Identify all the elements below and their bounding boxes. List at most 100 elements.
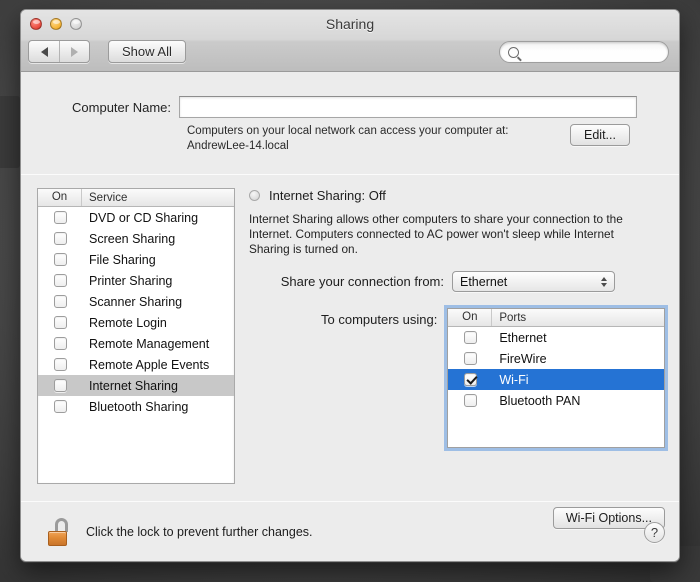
share-from-popup[interactable]: Ethernet — [452, 271, 615, 292]
search-input[interactable] — [525, 45, 660, 59]
section-divider — [21, 174, 679, 175]
port-row[interactable]: Bluetooth PAN — [448, 390, 664, 411]
service-label: Internet Sharing — [89, 378, 178, 393]
show-all-button[interactable]: Show All — [108, 40, 186, 63]
port-label: Wi-Fi — [499, 372, 529, 387]
service-checkbox-cell — [38, 295, 82, 308]
service-label: DVD or CD Sharing — [89, 210, 199, 225]
lock-text: Click the lock to prevent further change… — [86, 525, 313, 539]
port-checkbox[interactable] — [463, 331, 477, 344]
lock-shackle — [55, 518, 68, 532]
service-checkbox[interactable] — [53, 211, 67, 224]
port-checkbox[interactable] — [463, 394, 477, 407]
service-label: Remote Apple Events — [89, 357, 210, 372]
search-field[interactable] — [499, 41, 669, 63]
services-rows: DVD or CD Sharing Screen Sharing File Shar… — [38, 207, 234, 417]
service-checkbox-cell — [38, 211, 82, 224]
service-checkbox-cell — [38, 379, 82, 392]
service-row[interactable]: Remote Management — [38, 333, 234, 354]
service-checkbox[interactable] — [53, 316, 67, 329]
service-checkbox[interactable] — [53, 337, 67, 350]
service-row[interactable]: Internet Sharing — [38, 375, 234, 396]
window-titlebar: Sharing Show All — [21, 10, 679, 72]
port-checkbox-cell — [448, 394, 492, 407]
service-row[interactable]: File Sharing — [38, 249, 234, 270]
port-checkbox[interactable] — [463, 352, 477, 365]
port-label: FireWire — [499, 351, 547, 366]
port-row[interactable]: Ethernet — [448, 327, 664, 348]
service-checkbox[interactable] — [53, 358, 67, 371]
forward-arrow-icon — [71, 46, 78, 57]
port-row[interactable]: Wi-Fi — [448, 369, 664, 390]
service-checkbox-cell — [38, 274, 82, 287]
services-header-service: Service — [89, 191, 128, 204]
port-label: Ethernet — [499, 330, 547, 345]
computer-name-row: Computer Name: — [21, 96, 679, 118]
detail-pane: Internet Sharing: Off Internet Sharing a… — [249, 188, 665, 529]
ports-list-header: On Ports — [448, 309, 664, 327]
ports-header-on: On — [448, 309, 493, 326]
service-checkbox[interactable] — [53, 400, 67, 413]
computer-name-label: Computer Name: — [72, 99, 171, 115]
service-checkbox-cell — [38, 253, 82, 266]
port-label: Bluetooth PAN — [499, 393, 581, 408]
help-button[interactable]: ? — [644, 521, 665, 543]
service-row[interactable]: Remote Login — [38, 312, 234, 333]
services-list[interactable]: On Service DVD or CD Sharing Screen Shari… — [37, 188, 235, 484]
service-label: Printer Sharing — [89, 273, 173, 288]
internet-sharing-description: Internet Sharing allows other computers … — [249, 212, 623, 256]
service-row[interactable]: Bluetooth Sharing — [38, 396, 234, 417]
services-list-header: On Service — [38, 189, 234, 207]
service-checkbox-cell — [38, 337, 82, 350]
desktop-decoration-left — [0, 96, 20, 168]
service-checkbox[interactable] — [53, 379, 67, 392]
to-computers-row: To computers using: On Ports Ethernet Fir… — [249, 308, 665, 448]
port-checkbox[interactable] — [463, 373, 477, 386]
service-checkbox-cell — [38, 232, 82, 245]
service-checkbox-cell — [38, 358, 82, 371]
back-arrow-icon — [40, 46, 48, 57]
status-indicator-icon — [249, 190, 260, 201]
service-row[interactable]: Remote Apple Events — [38, 354, 234, 375]
service-label: File Sharing — [89, 252, 156, 267]
chevron-updown-icon — [601, 276, 607, 287]
port-checkbox-cell — [448, 331, 492, 344]
lock-icon[interactable] — [47, 518, 73, 546]
edit-button[interactable]: Edit... — [570, 124, 630, 146]
window-content: Computer Name: Computers on your local n… — [21, 72, 679, 561]
service-checkbox-cell — [38, 400, 82, 413]
computer-name-hostname: AndrewLee-14.local — [187, 140, 289, 152]
service-label: Bluetooth Sharing — [89, 399, 189, 414]
service-row[interactable]: DVD or CD Sharing — [38, 207, 234, 228]
service-checkbox[interactable] — [53, 253, 67, 266]
service-label: Screen Sharing — [89, 231, 176, 246]
internet-sharing-status: Internet Sharing: Off — [249, 188, 665, 203]
computer-name-input[interactable] — [179, 96, 637, 118]
service-checkbox[interactable] — [53, 295, 67, 308]
port-row[interactable]: FireWire — [448, 348, 664, 369]
back-button[interactable] — [29, 41, 59, 62]
ports-rows: Ethernet FireWire Wi-Fi Bluetooth PAN — [448, 327, 664, 411]
service-checkbox[interactable] — [53, 232, 67, 245]
port-checkbox-cell — [448, 373, 492, 386]
service-checkbox[interactable] — [53, 274, 67, 287]
services-header-on: On — [38, 189, 82, 206]
service-row[interactable]: Screen Sharing — [38, 228, 234, 249]
service-checkbox-cell — [38, 316, 82, 329]
sharing-preferences-window: Sharing Show All Computer Name: Computer… — [20, 9, 680, 562]
computer-name-help-line1: Computers on your local network can acce… — [187, 125, 509, 137]
service-label: Remote Management — [89, 336, 210, 351]
forward-button[interactable] — [59, 41, 89, 62]
to-computers-label: To computers using: — [321, 312, 438, 327]
window-title: Sharing — [325, 16, 375, 32]
ports-list[interactable]: On Ports Ethernet FireWire Wi-Fi Bluetooth … — [447, 308, 665, 448]
window-footer: Click the lock to prevent further change… — [21, 502, 679, 561]
ports-header-ports: Ports — [499, 311, 527, 324]
service-row[interactable]: Scanner Sharing — [38, 291, 234, 312]
status-title: Internet Sharing: Off — [269, 188, 386, 203]
service-label: Remote Login — [89, 315, 167, 330]
service-row[interactable]: Printer Sharing — [38, 270, 234, 291]
share-from-value: Ethernet — [460, 274, 508, 289]
service-label: Scanner Sharing — [89, 294, 183, 309]
port-checkbox-cell — [448, 352, 492, 365]
